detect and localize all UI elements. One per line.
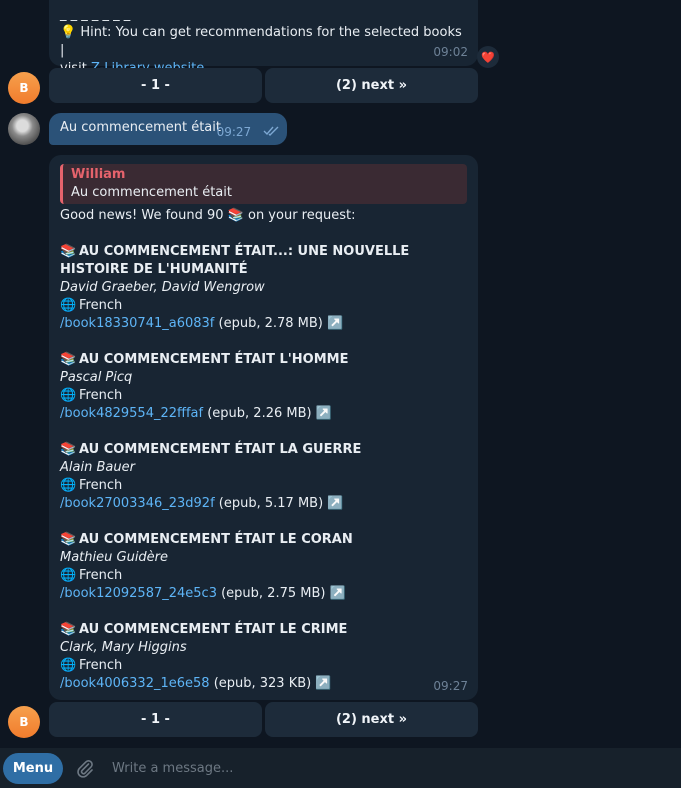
book-meta: (epub, 5.17 MB) [218,496,324,511]
page-1-button[interactable]: - 1 - [49,702,262,737]
book-link[interactable]: /book4006332_1e6e58 [60,676,210,691]
inline-keyboard: - 1 - (2) next » [49,68,478,103]
list-item: 📚 AU COMMENCEMENT ÉTAIT LA GUERRE Alain Ba… [60,441,467,513]
hint-message: _ _ _ _ _ _ _ 💡 Hint: You can get recomm… [49,0,478,76]
open-link-arrow-icon[interactable]: ↗️ [330,586,346,601]
book-authors: Clark, Mary Higgins [60,640,187,655]
avatar-letter: B [19,715,29,729]
book-link-line: /book12092587_24e5c3 (epub, 2.75 MB) ↗️ [60,585,467,603]
book-link-line: /book27003346_23d92f (epub, 5.17 MB) ↗️ [60,495,467,513]
book-title: AU COMMENCEMENT ÉTAIT LE CRIME [79,622,348,637]
globe-icon: 🌐 [60,298,77,313]
book-language: French [79,568,123,583]
message-input[interactable] [112,760,681,776]
book-link[interactable]: /book27003346_23d92f [60,496,215,511]
book-title-line: 📚 AU COMMENCEMENT ÉTAIT...: UNE NOUVELLE … [60,243,467,279]
open-link-arrow-icon[interactable]: ↗️ [315,676,331,691]
list-item: 📚 AU COMMENCEMENT ÉTAIT L'HOMME Pascal Pic… [60,351,467,423]
chat-area[interactable]: _ _ _ _ _ _ _ 💡 Hint: You can get recomm… [0,0,681,748]
paperclip-icon[interactable] [74,757,96,779]
message-time: 09:27 [433,679,468,693]
book-authors: Pascal Picq [60,370,133,385]
books-icon: 📚 [60,244,77,259]
message-text: Au commencement était [60,120,221,135]
message-time-wrap: 09:27 [217,123,280,141]
book-language-line: 🌐 French [60,477,467,495]
open-link-arrow-icon[interactable]: ↗️ [316,406,332,421]
book-language: French [79,478,123,493]
book-link-line: /book4829554_22fffaf (epub, 2.26 MB) ↗️ [60,405,467,423]
book-authors: Mathieu Guidère [60,550,169,565]
outgoing-message: Au commencement était 09:27 [49,113,287,145]
next-page-button[interactable]: (2) next » [265,702,478,737]
next-page-button[interactable]: (2) next » [265,68,478,103]
reply-quote[interactable]: William Au commencement était [60,164,467,204]
books-icon: 📚 [60,622,77,637]
book-list: 📚 AU COMMENCEMENT ÉTAIT...: UNE NOUVELLE … [60,243,467,693]
books-icon: 📚 [60,442,77,457]
book-title-line: 📚 AU COMMENCEMENT ÉTAIT LE CRIME [60,621,467,639]
intro-text-end: on your request: [247,208,356,223]
double-check-icon [263,125,280,139]
book-link[interactable]: /book12092587_24e5c3 [60,586,217,601]
globe-icon: 🌐 [60,568,77,583]
book-link-line: /book18330741_a6083f (epub, 2.78 MB) ↗️ [60,315,467,333]
books-icon: 📚 [60,352,77,367]
heart-reaction[interactable]: ❤️ [477,46,499,68]
list-item: 📚 AU COMMENCEMENT ÉTAIT LE CORAN Mathieu G… [60,531,467,603]
book-title-line: 📚 AU COMMENCEMENT ÉTAIT LE CORAN [60,531,467,549]
book-title-line: 📚 AU COMMENCEMENT ÉTAIT LA GUERRE [60,441,467,459]
book-authors: Alain Bauer [60,460,135,475]
open-link-arrow-icon[interactable]: ↗️ [327,316,343,331]
book-meta: (epub, 2.26 MB) [207,406,312,421]
globe-icon: 🌐 [60,478,77,493]
book-language-line: 🌐 French [60,567,467,585]
message-time: 09:27 [216,125,252,139]
book-title: AU COMMENCEMENT ÉTAIT LA GUERRE [79,442,362,457]
user-avatar[interactable] [8,113,40,145]
message-input-bar: Menu [0,748,681,788]
book-authors: David Graeber, David Wengrow [60,280,265,295]
book-language: French [79,298,123,313]
page-1-button[interactable]: - 1 - [49,68,262,103]
book-meta: (epub, 2.78 MB) [218,316,323,331]
lightbulb-icon: 💡 [60,25,77,40]
book-title-line: 📚 AU COMMENCEMENT ÉTAIT L'HOMME [60,351,467,369]
results-intro: Good news! We found 90 📚 on your request… [60,207,467,225]
book-language: French [79,658,123,673]
book-link[interactable]: /book18330741_a6083f [60,316,214,331]
intro-text: Good news! We found 90 [60,208,224,223]
reply-author: William [71,167,126,182]
inline-keyboard: - 1 - (2) next » [49,702,478,737]
book-link[interactable]: /book4829554_22fffaf [60,406,203,421]
book-language: French [79,388,123,403]
message-time: 09:02 [433,45,468,59]
book-language-line: 🌐 French [60,657,467,675]
list-item: 📚 AU COMMENCEMENT ÉTAIT...: UNE NOUVELLE … [60,243,467,333]
book-meta: (epub, 2.75 MB) [221,586,326,601]
book-title: AU COMMENCEMENT ÉTAIT...: UNE NOUVELLE H… [60,244,410,277]
book-link-line: /book4006332_1e6e58 (epub, 323 KB) ↗️ [60,675,467,693]
hint-text: Hint: You can get recommendations for th… [60,25,462,58]
books-icon: 📚 [60,532,77,547]
avatar-letter: B [19,81,29,95]
heart-icon: ❤️ [481,50,495,64]
reply-text: Au commencement était [71,185,232,200]
list-item: 📚 AU COMMENCEMENT ÉTAIT LE CRIME Clark, Ma… [60,621,467,693]
book-title: AU COMMENCEMENT ÉTAIT LE CORAN [79,532,353,547]
avatar[interactable]: B [8,72,40,104]
globe-icon: 🌐 [60,388,77,403]
hint-dashes: _ _ _ _ _ _ _ [60,7,131,22]
avatar[interactable]: B [8,706,40,738]
book-title: AU COMMENCEMENT ÉTAIT L'HOMME [79,352,349,367]
books-icon: 📚 [227,208,244,223]
book-language-line: 🌐 French [60,297,467,315]
globe-icon: 🌐 [60,658,77,673]
open-link-arrow-icon[interactable]: ↗️ [327,496,343,511]
book-meta: (epub, 323 KB) [213,676,312,691]
book-language-line: 🌐 French [60,387,467,405]
menu-button[interactable]: Menu [3,752,63,784]
results-message: William Au commencement était Good news!… [49,155,478,700]
